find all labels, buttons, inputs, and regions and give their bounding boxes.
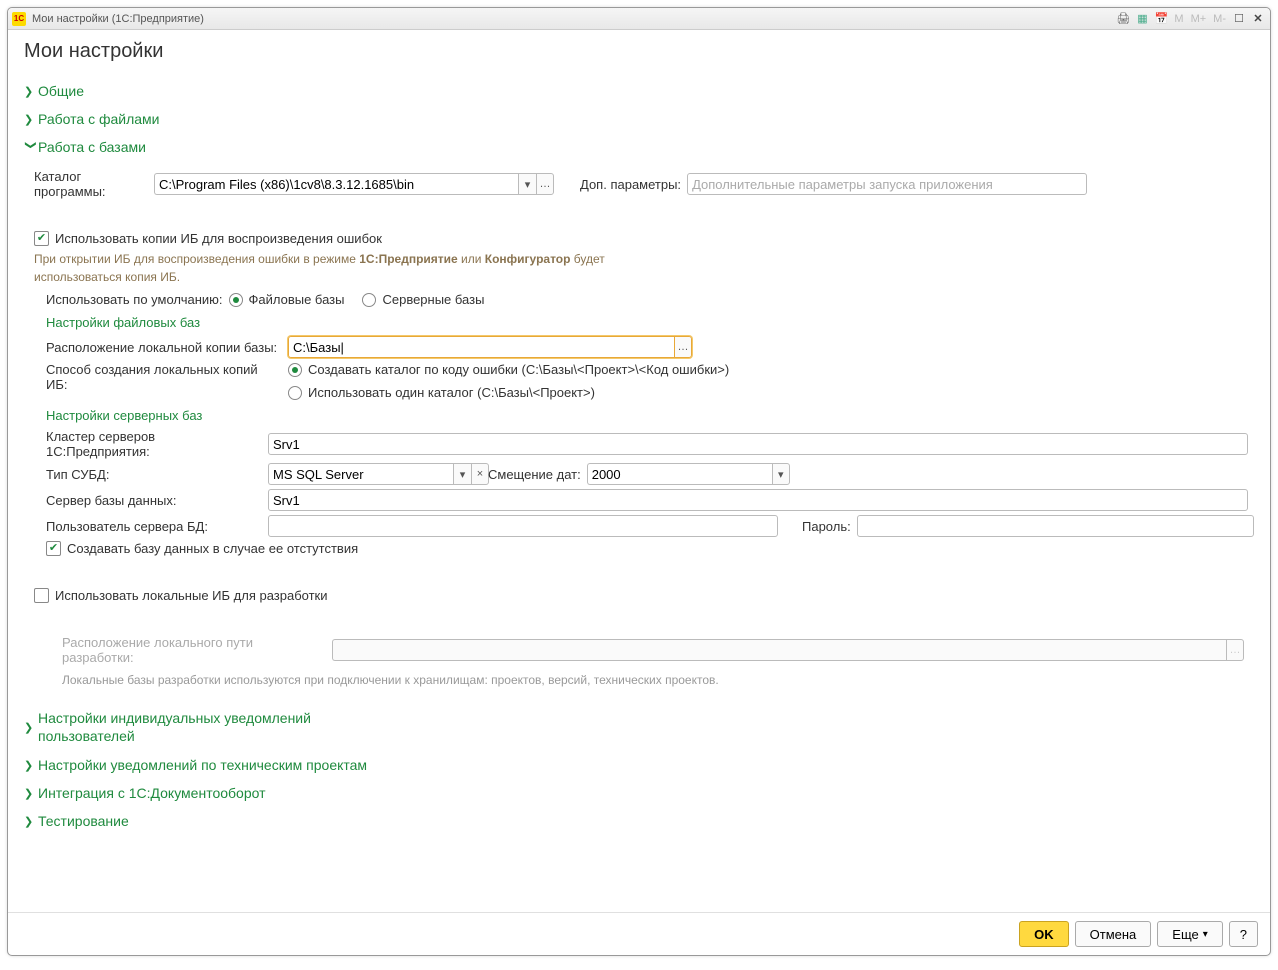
program-dir-combo: ▾ … xyxy=(154,173,554,195)
db-pass-input[interactable] xyxy=(857,515,1254,537)
section-testing[interactable]: ❯ Тестирование xyxy=(24,807,1254,835)
dbms-dropdown-button[interactable]: ▾ xyxy=(453,463,471,485)
radio-single-dir-label: Использовать один каталог (С:\Базы\<Прое… xyxy=(308,385,595,400)
date-offset-dropdown-button[interactable]: ▾ xyxy=(772,463,790,485)
window-title: Мои настройки (1С:Предприятие) xyxy=(32,13,204,25)
use-copies-hint: При открытии ИБ для воспроизведения ошиб… xyxy=(34,250,654,286)
dbms-input[interactable] xyxy=(268,463,453,485)
radio-by-error-code[interactable] xyxy=(288,363,302,377)
db-server-input[interactable] xyxy=(268,489,1248,511)
radio-file-label: Файловые базы xyxy=(249,292,345,307)
section-general[interactable]: ❯ Общие xyxy=(24,77,1254,105)
create-db-checkbox[interactable] xyxy=(46,541,61,556)
more-button[interactable]: Еще ▾ xyxy=(1157,921,1222,947)
local-copy-browse-button[interactable]: … xyxy=(674,336,692,358)
section-integration-label: Интеграция с 1С:Документооборот xyxy=(38,785,266,801)
date-offset-label: Смещение дат: xyxy=(488,467,581,482)
create-db-label: Создавать базу данных в случае ее отстут… xyxy=(67,541,358,556)
help-button[interactable]: ? xyxy=(1229,921,1258,947)
maximize-icon[interactable]: ☐ xyxy=(1231,11,1247,27)
section-files[interactable]: ❯ Работа с файлами xyxy=(24,105,1254,133)
table-icon[interactable]: ▦ xyxy=(1134,11,1150,27)
dev-hint: Локальные базы разработки используются п… xyxy=(34,671,774,689)
radio-file-bases[interactable] xyxy=(229,293,243,307)
chevron-right-icon: ❯ xyxy=(24,85,38,98)
date-offset-input[interactable] xyxy=(587,463,772,485)
memory-mminus-button[interactable]: M- xyxy=(1211,13,1228,25)
server-bases-subtitle: Настройки серверных баз xyxy=(34,408,1254,423)
dbms-combo: ▾ × xyxy=(268,463,468,485)
cancel-button[interactable]: Отмена xyxy=(1075,921,1152,947)
program-dir-input[interactable] xyxy=(154,173,518,195)
db-user-input[interactable] xyxy=(268,515,778,537)
section-notif-tech[interactable]: ❯ Настройки уведомлений по техническим п… xyxy=(24,751,1254,779)
program-dir-dropdown-button[interactable]: ▾ xyxy=(518,173,536,195)
dev-path-browse-button: … xyxy=(1226,639,1244,661)
use-copies-label: Использовать копии ИБ для воспроизведени… xyxy=(55,231,382,246)
memory-mplus-button[interactable]: M+ xyxy=(1189,13,1209,25)
radio-by-error-code-label: Создавать каталог по коду ошибки (С:\Баз… xyxy=(308,362,729,377)
dev-path-label: Расположение локального пути разработки: xyxy=(62,635,326,665)
section-files-label: Работа с файлами xyxy=(38,111,160,127)
chevron-right-icon: ❯ xyxy=(24,815,38,828)
calendar-icon[interactable]: 📅 xyxy=(1153,11,1169,27)
use-local-dev-label: Использовать локальные ИБ для разработки xyxy=(55,588,328,603)
section-bases-label: Работа с базами xyxy=(38,139,146,155)
dbms-label: Тип СУБД: xyxy=(46,467,262,482)
radio-server-label: Серверные базы xyxy=(382,292,484,307)
section-bases-body: Каталог программы: ▾ … Доп. параметры: И… xyxy=(24,161,1254,693)
titlebar-actions: 🖨 ▦ 📅 M M+ M- ☐ ✕ xyxy=(1115,11,1266,27)
program-dir-label: Каталог программы: xyxy=(34,169,148,199)
chevron-right-icon: ❯ xyxy=(24,759,38,772)
date-offset-combo: ▾ xyxy=(587,463,763,485)
chevron-down-icon: ▾ xyxy=(1203,929,1208,940)
file-bases-subtitle: Настройки файловых баз xyxy=(34,315,1254,330)
print-icon[interactable]: 🖨 xyxy=(1115,11,1131,27)
section-integration[interactable]: ❯ Интеграция с 1С:Документооборот xyxy=(24,779,1254,807)
close-icon[interactable]: ✕ xyxy=(1250,11,1266,27)
section-general-label: Общие xyxy=(38,83,84,99)
memory-m-button[interactable]: M xyxy=(1172,13,1185,25)
ok-button[interactable]: OK xyxy=(1019,921,1069,947)
chevron-down-icon: ❯ xyxy=(25,140,38,154)
dialog-footer: OK Отмена Еще ▾ ? xyxy=(8,912,1270,955)
chevron-right-icon: ❯ xyxy=(24,113,38,126)
cluster-label: Кластер серверов 1С:Предприятия: xyxy=(46,429,262,459)
radio-server-bases[interactable] xyxy=(362,293,376,307)
db-server-label: Сервер базы данных: xyxy=(46,493,262,508)
section-bases[interactable]: ❯ Работа с базами xyxy=(24,133,1254,161)
program-dir-browse-button[interactable]: … xyxy=(536,173,554,195)
dbms-clear-button[interactable]: × xyxy=(471,463,489,485)
content-area: Мои настройки ❯ Общие ❯ Работа с файлами… xyxy=(8,30,1270,912)
chevron-right-icon: ❯ xyxy=(24,721,38,734)
cluster-input[interactable] xyxy=(268,433,1248,455)
more-button-label: Еще xyxy=(1172,927,1198,942)
db-pass-label: Пароль: xyxy=(802,519,851,534)
settings-window: 1C Мои настройки (1С:Предприятие) 🖨 ▦ 📅 … xyxy=(7,7,1271,956)
default-mode-label: Использовать по умолчанию: xyxy=(46,292,223,307)
extra-params-label: Доп. параметры: xyxy=(580,177,681,192)
local-copy-label: Расположение локальной копии базы: xyxy=(46,340,282,355)
use-local-dev-checkbox[interactable] xyxy=(34,588,49,603)
section-notif-tech-label: Настройки уведомлений по техническим про… xyxy=(38,757,367,773)
dev-path-input xyxy=(332,639,1226,661)
section-testing-label: Тестирование xyxy=(38,813,129,829)
local-copy-input[interactable] xyxy=(288,336,674,358)
extra-params-input[interactable] xyxy=(687,173,1087,195)
use-copies-checkbox[interactable] xyxy=(34,231,49,246)
section-notif-users-label: Настройки индивидуальных уведомлений пол… xyxy=(38,709,358,745)
dev-path-combo: … xyxy=(332,639,1244,661)
section-notif-users[interactable]: ❯ Настройки индивидуальных уведомлений п… xyxy=(24,703,1254,751)
titlebar: 1C Мои настройки (1С:Предприятие) 🖨 ▦ 📅 … xyxy=(8,8,1270,30)
local-copy-combo: … xyxy=(288,336,692,358)
db-user-label: Пользователь сервера БД: xyxy=(46,519,262,534)
chevron-right-icon: ❯ xyxy=(24,787,38,800)
page-title: Мои настройки xyxy=(24,40,1254,63)
radio-single-dir[interactable] xyxy=(288,386,302,400)
create-mode-label: Способ создания локальных копий ИБ: xyxy=(46,362,282,392)
app-logo-icon: 1C xyxy=(12,12,26,26)
